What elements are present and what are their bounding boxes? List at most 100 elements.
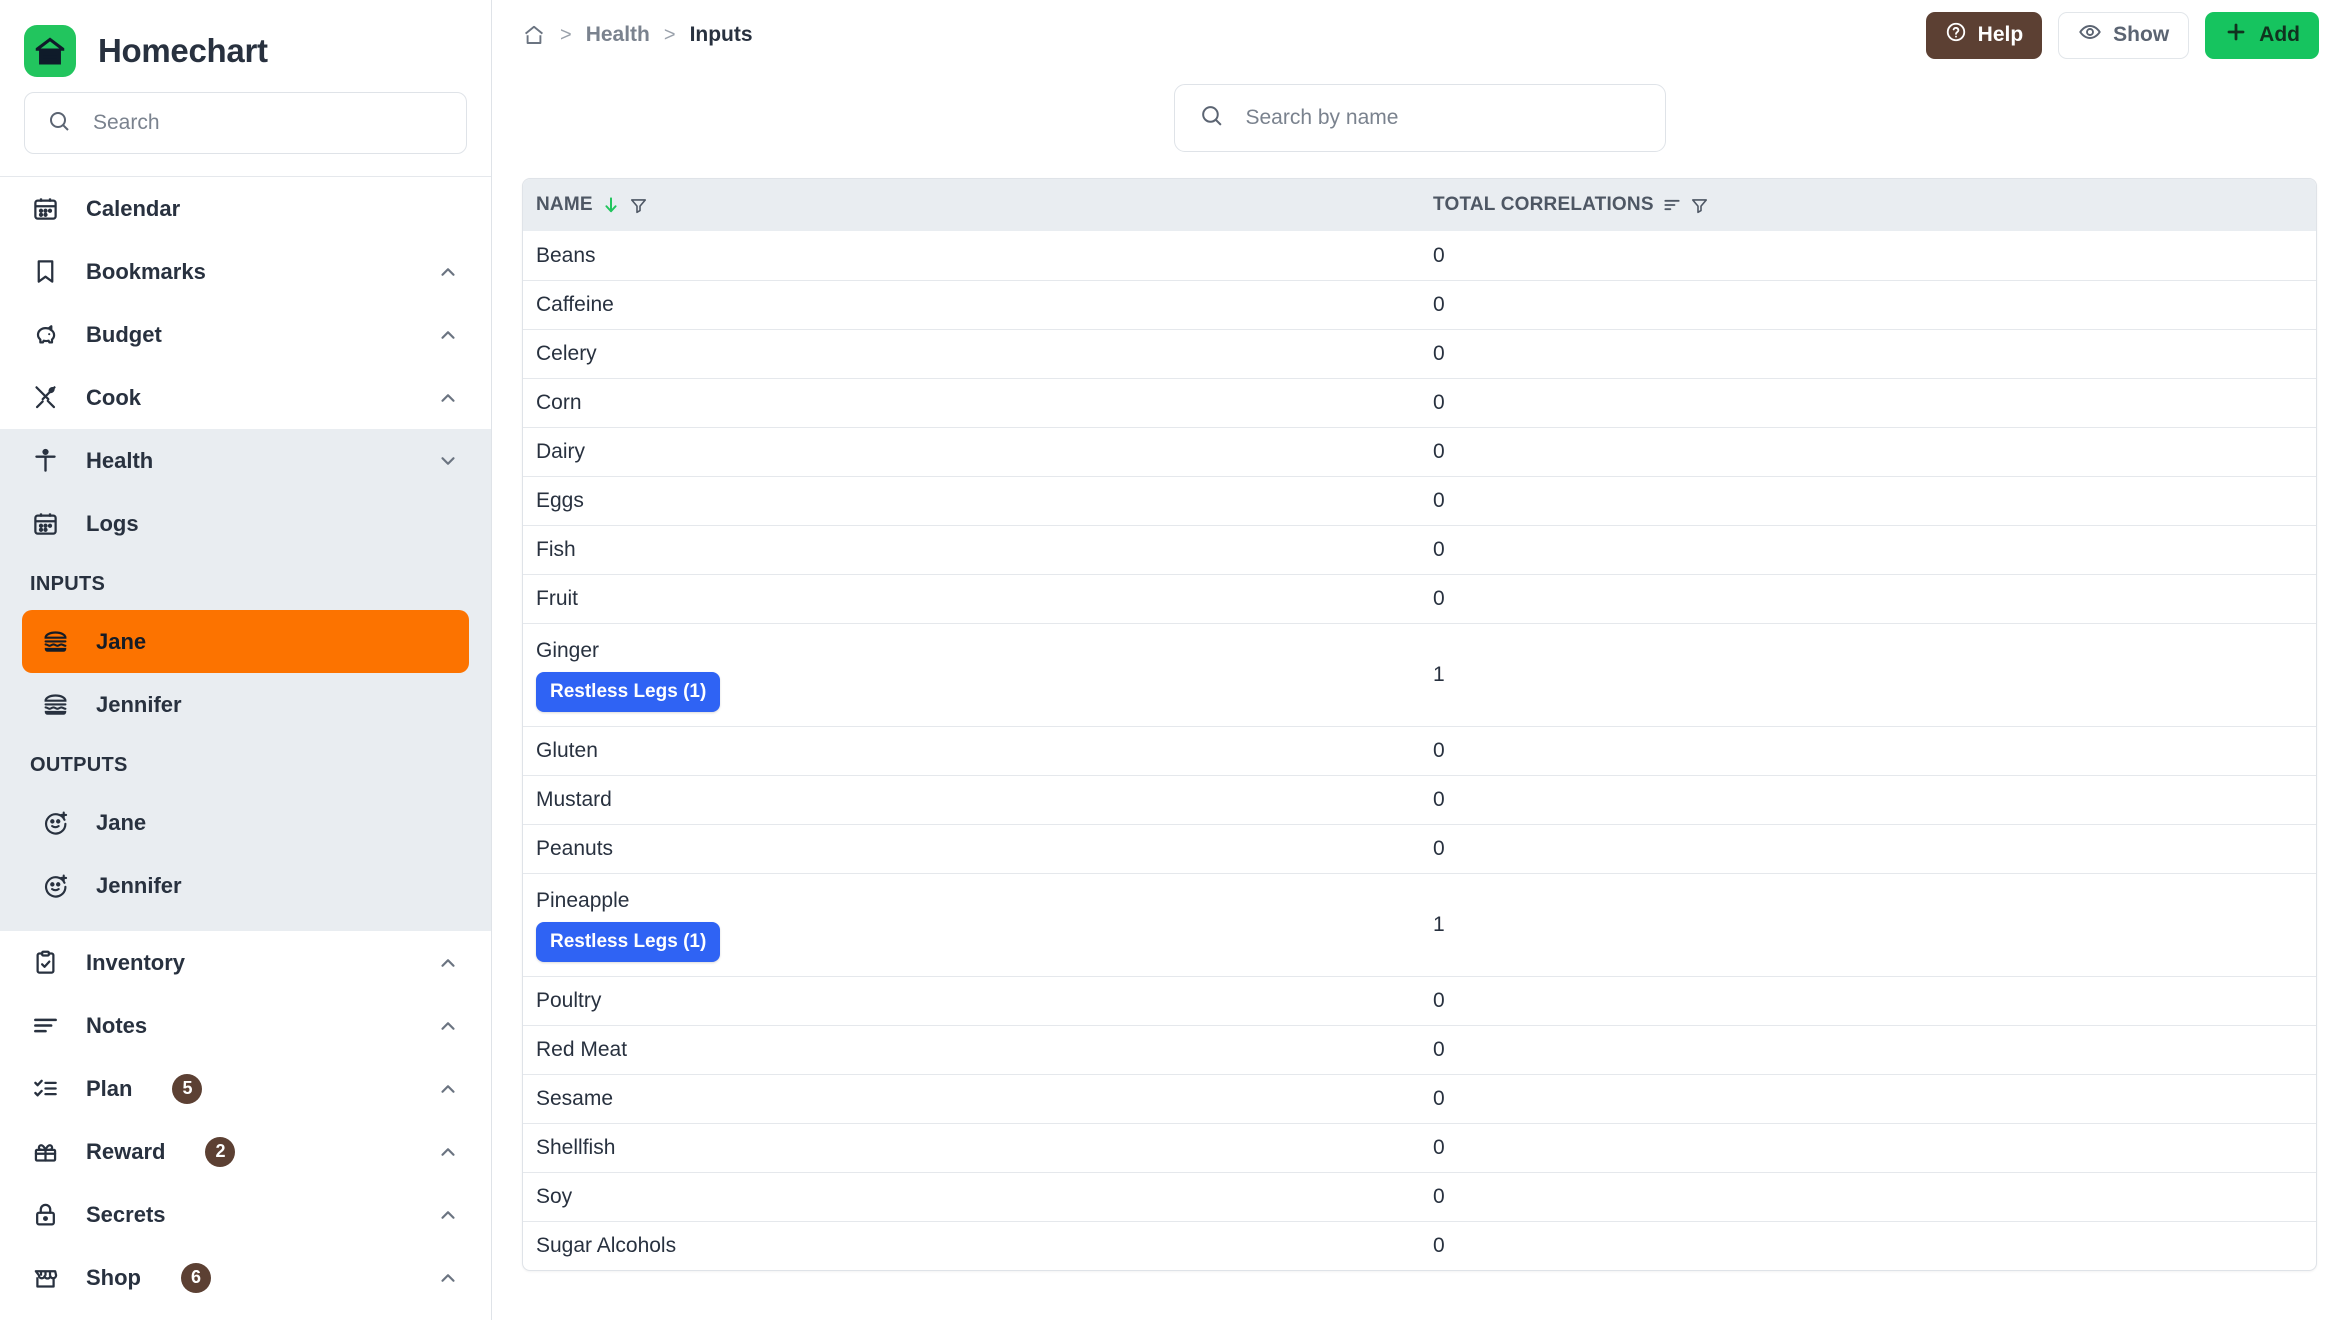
sidebar-item-label: Jane: [96, 628, 147, 654]
chevron-up-icon[interactable]: [435, 950, 461, 976]
calendar-icon: [30, 509, 60, 539]
cell-name: Red Meat: [523, 1038, 1433, 1062]
row-name-label: Sugar Alcohols: [536, 1234, 677, 1257]
table-row[interactable]: Caffeine 0: [523, 280, 2316, 329]
chevron-up-icon[interactable]: [435, 1076, 461, 1102]
table-row[interactable]: Peanuts 0: [523, 824, 2316, 873]
row-name-label: Pineapple: [536, 888, 630, 912]
topbar-actions: Help Show Add: [1925, 11, 2319, 59]
sidebar-item-input-jane[interactable]: Jane: [22, 610, 469, 673]
cell-total-correlations: 0: [1433, 1087, 1445, 1110]
sidebar-item-health[interactable]: Health: [0, 429, 491, 492]
brand-title: Homechart: [98, 32, 268, 69]
cell-name: Shellfish: [523, 1136, 1433, 1160]
search-input[interactable]: [93, 111, 444, 135]
table-row[interactable]: Soy 0: [523, 1172, 2316, 1221]
table-row[interactable]: Mustard 0: [523, 775, 2316, 824]
table-row[interactable]: Red Meat 0: [523, 1025, 2316, 1074]
column-header-name[interactable]: NAME: [523, 194, 1433, 216]
table-row[interactable]: Gluten 0: [523, 726, 2316, 775]
breadcrumb-link-health[interactable]: Health: [586, 23, 650, 47]
chevron-up-icon[interactable]: [435, 1013, 461, 1039]
sidebar-item-secrets[interactable]: Secrets: [0, 1183, 491, 1246]
cell-total-correlations: 0: [1433, 440, 1445, 463]
sidebar-item-cook[interactable]: Cook: [0, 366, 491, 429]
row-name-label: Beans: [536, 243, 596, 267]
sidebar-item-label: Bookmarks: [86, 258, 206, 284]
arrow-down-icon[interactable]: [601, 195, 621, 215]
cell-name: Eggs: [523, 489, 1433, 513]
cell-total-correlations: 0: [1433, 587, 1445, 610]
table-row[interactable]: Shellfish 0: [523, 1123, 2316, 1172]
chevron-up-icon[interactable]: [435, 259, 461, 285]
sidebar-item-label: Plan: [86, 1075, 133, 1101]
checklist-icon: [30, 1074, 60, 1104]
sidebar-item-reward[interactable]: Reward 2: [0, 1120, 491, 1183]
table-row[interactable]: Beans 0: [523, 231, 2316, 280]
main-content: > Health > Inputs Help Show Add Search b…: [492, 0, 2347, 1320]
cell-total-correlations: 0: [1433, 489, 1445, 512]
sidebar-item-budget[interactable]: Budget: [0, 303, 491, 366]
brand[interactable]: Homechart: [0, 0, 491, 86]
cell-total-correlations: 0: [1433, 1234, 1445, 1257]
sidebar-item-shop[interactable]: Shop 6: [0, 1246, 491, 1309]
table-row[interactable]: Pineapple Restless Legs (1) 1: [523, 873, 2316, 976]
chevron-up-icon[interactable]: [435, 322, 461, 348]
table-search[interactable]: [1173, 84, 1666, 152]
table-search-input[interactable]: [1245, 106, 1641, 130]
mood-face-icon: [40, 808, 70, 838]
sidebar-item-bookmarks[interactable]: Bookmarks: [0, 240, 491, 303]
sidebar-item-logs[interactable]: Logs: [0, 492, 491, 555]
table-row[interactable]: Ginger Restless Legs (1) 1: [523, 623, 2316, 726]
correlation-tag[interactable]: Restless Legs (1): [536, 921, 721, 962]
chevron-down-icon[interactable]: [435, 448, 461, 474]
correlation-tag[interactable]: Restless Legs (1): [536, 671, 721, 712]
table-row[interactable]: Celery 0: [523, 329, 2316, 378]
table-row[interactable]: Sugar Alcohols 0: [523, 1221, 2316, 1270]
cell-total-correlations: 0: [1433, 989, 1445, 1012]
help-button[interactable]: Help: [1925, 11, 2043, 59]
sidebar-item-label: Secrets: [86, 1201, 166, 1227]
column-header-total-correlations[interactable]: TOTAL CORRELATIONS: [1433, 194, 2316, 216]
sidebar-item-output-jennifer[interactable]: Jennifer: [22, 854, 469, 917]
table-row[interactable]: Poultry 0: [523, 976, 2316, 1025]
table-row[interactable]: Fruit 0: [523, 574, 2316, 623]
question-circle-icon: [1945, 21, 1967, 49]
sidebar-item-inventory[interactable]: Inventory: [0, 931, 491, 994]
lock-icon: [30, 1200, 60, 1230]
table-search-row: [522, 70, 2317, 178]
home-icon[interactable]: [522, 23, 546, 47]
status-badge: 5: [172, 1073, 203, 1104]
sidebar-item-input-jennifer[interactable]: Jennifer: [22, 673, 469, 736]
plus-icon: [2224, 20, 2248, 50]
sidebar-item-output-jane[interactable]: Jane: [22, 791, 469, 854]
filter-icon[interactable]: [1690, 196, 1709, 215]
sort-icon[interactable]: [1662, 195, 1682, 215]
sidebar-item-plan[interactable]: Plan 5: [0, 1057, 491, 1120]
chevron-up-icon[interactable]: [435, 385, 461, 411]
sidebar-search-wrap: [0, 86, 491, 176]
sidebar-item-label: Cook: [86, 384, 141, 410]
status-badge: 2: [205, 1136, 236, 1167]
show-button-label: Show: [2113, 23, 2170, 46]
filter-icon[interactable]: [629, 196, 648, 215]
chevron-up-icon[interactable]: [435, 1139, 461, 1165]
sidebar-item-label: Shop: [86, 1264, 141, 1290]
table-row[interactable]: Sesame 0: [523, 1074, 2316, 1123]
show-button[interactable]: Show: [2058, 11, 2190, 59]
sidebar-item-notes[interactable]: Notes: [0, 994, 491, 1057]
chevron-up-icon[interactable]: [435, 1202, 461, 1228]
add-button[interactable]: Add: [2205, 11, 2319, 59]
cell-total-correlations: 0: [1433, 243, 1445, 267]
table-row[interactable]: Dairy 0: [523, 427, 2316, 476]
sidebar-search[interactable]: [24, 92, 467, 154]
row-name-label: Celery: [536, 342, 597, 365]
burger-icon: [40, 627, 70, 657]
chevron-up-icon[interactable]: [435, 1265, 461, 1291]
sidebar-item-calendar[interactable]: Calendar: [0, 177, 491, 240]
cell-total-correlations: 1: [1433, 663, 1445, 686]
table-row[interactable]: Fish 0: [523, 525, 2316, 574]
inputs-section-header: INPUTS: [30, 573, 106, 595]
table-row[interactable]: Eggs 0: [523, 476, 2316, 525]
table-row[interactable]: Corn 0: [523, 378, 2316, 427]
